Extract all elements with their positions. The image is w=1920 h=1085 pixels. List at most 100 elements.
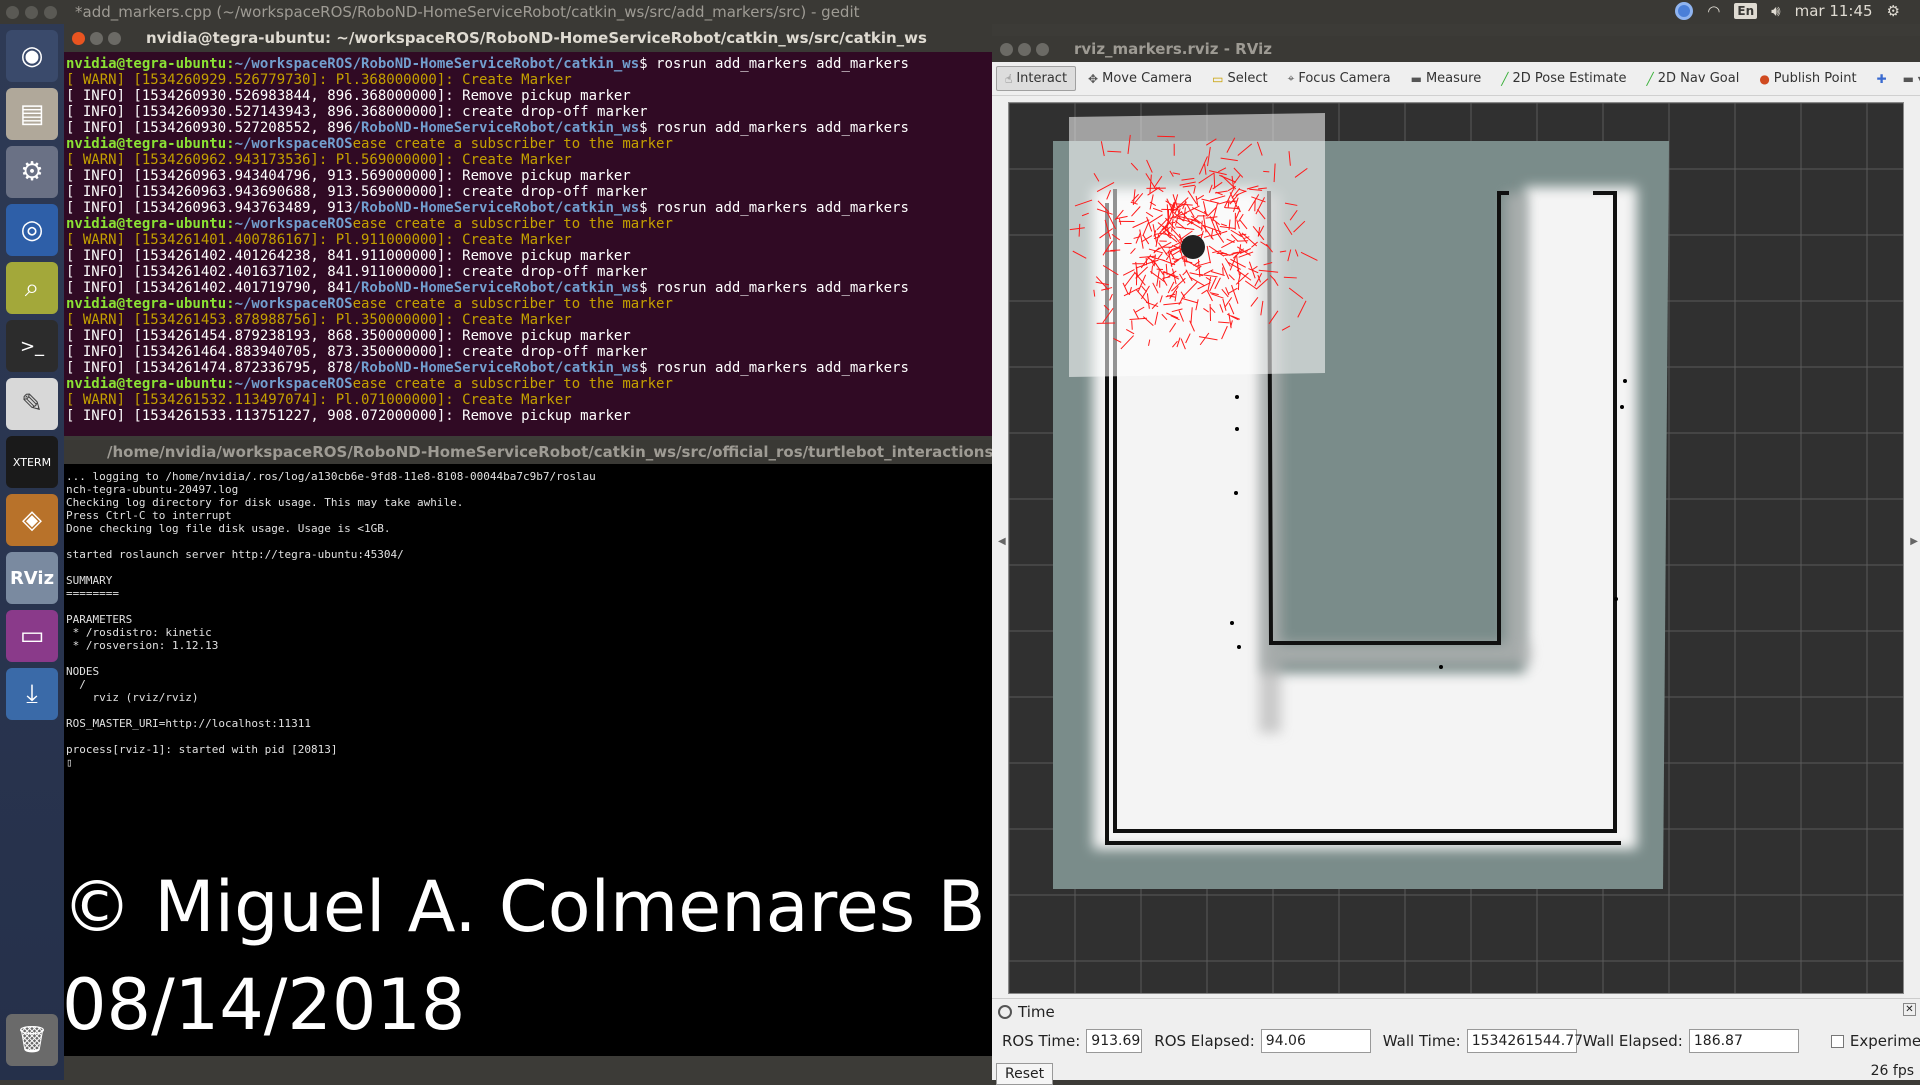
select-icon: ▭ (1212, 72, 1223, 86)
terminal-text: ease create a subscriber to the marker (353, 376, 673, 392)
tool-focus-camera[interactable]: ⌖Focus Camera (1280, 67, 1399, 90)
terminal-1-titlebar[interactable]: nvidia@tegra-ubuntu: ~/workspaceROS/Robo… (64, 24, 992, 52)
tool-measure[interactable]: ▬ Measure (1403, 67, 1490, 90)
terminal-line (66, 535, 990, 548)
terminal-text: [ INFO] [1534261533.113751227, 908.07200… (66, 408, 631, 424)
tool-label: 2D Nav Goal (1658, 71, 1740, 86)
ros-elapsed-label: ROS Elapsed: (1154, 1032, 1255, 1050)
time-panel-header: Time (998, 1003, 1055, 1021)
terminal-text: nvidia@tegra-ubuntu: (66, 56, 235, 72)
tool-label: Publish Point (1774, 71, 1857, 86)
chromium-icon[interactable]: ◎ (6, 204, 58, 256)
wifi-icon[interactable]: ◠ (1707, 2, 1720, 20)
minimize-icon[interactable] (1018, 43, 1031, 56)
left-panel-collapse-icon[interactable]: ◀ (998, 536, 1006, 547)
trash-icon[interactable]: 🗑︎ (6, 1014, 58, 1066)
add-tool-button[interactable]: ✚ (1869, 68, 1895, 90)
terminal-text: [ INFO] [1534260930.527208552, 896 (66, 120, 353, 136)
volume-icon[interactable]: 🔊︎ (1771, 2, 1780, 20)
terminal-text: $ rosrun add_markers add_markers (639, 200, 909, 216)
ros-time-field[interactable]: 913.69 (1086, 1029, 1142, 1053)
window-title: *add_markers.cpp (~/workspaceROS/RoboND-… (75, 3, 860, 21)
terminal-text: /RoboND-HomeServiceRobot/catkin_ws (353, 280, 640, 296)
image-viewer-icon[interactable]: ⌕ (6, 262, 58, 314)
terminal-line: SUMMARY (66, 574, 990, 587)
experimental-checkbox[interactable] (1831, 1035, 1844, 1048)
fps-counter: 26 fps (1871, 1063, 1914, 1079)
terminal-text: [ INFO] [1534260963.943404796, 913.56900… (66, 168, 631, 184)
toolbar-menu-button[interactable]: ▬ ▾ (1895, 68, 1920, 90)
ros-time-label: ROS Time: (1002, 1032, 1080, 1050)
terminal-text: $ rosrun add_markers add_markers (639, 56, 909, 72)
window-controls[interactable] (6, 5, 63, 23)
close-icon[interactable] (1000, 43, 1013, 56)
terminal-icon[interactable]: >_ (6, 320, 58, 372)
terminal-text: ease create a subscriber to the marker (353, 216, 673, 232)
wall-time-field[interactable]: 1534261544.77 (1467, 1029, 1577, 1053)
rviz-icon[interactable]: RViz (6, 552, 58, 604)
keyboard-layout[interactable]: En (1734, 3, 1757, 19)
terminal-line: [ INFO] [1534260930.526983844, 896.36800… (66, 88, 990, 104)
tool-2d-pose-estimate[interactable]: ╱2D Pose Estimate (1493, 67, 1634, 90)
terminal-line: [ WARN] [1534261532.113497074]: Pl.07100… (66, 392, 990, 408)
terminal-line: ▯ (66, 756, 990, 769)
terminal-1-output[interactable]: nvidia@tegra-ubuntu: ~/workspaceROS/RoboN… (64, 52, 992, 428)
ros-elapsed-field[interactable]: 94.06 (1261, 1029, 1371, 1053)
terminal-2-title: /home/nvidia/workspaceROS/RoboND-HomeSer… (107, 443, 992, 461)
tool-select[interactable]: ▭Select (1204, 67, 1275, 90)
chrome-indicator-icon[interactable] (1675, 2, 1693, 20)
files-icon[interactable]: ▤ (6, 88, 58, 140)
terminal-line (66, 600, 990, 613)
terminal-text: ~/workspaceROS (235, 296, 353, 312)
terminal-text: [ INFO] [1534261464.883940705, 873.35000… (66, 344, 648, 360)
terminal-text: nvidia@tegra-ubuntu: (66, 376, 235, 392)
terminal-text: /RoboND-HomeServiceRobot/catkin_ws (353, 360, 640, 376)
ubuntu-dash-icon[interactable]: ◉ (6, 30, 58, 82)
tool-publish-point[interactable]: ●Publish Point (1751, 67, 1864, 90)
terminal-text: [ INFO] [1534261402.401264238, 841.91100… (66, 248, 631, 264)
terminal-line: ... logging to /home/nvidia/.ros/log/a13… (66, 470, 990, 483)
wall-elapsed-field[interactable]: 186.87 (1689, 1029, 1799, 1053)
virtualbox-icon[interactable]: ◈ (6, 494, 58, 546)
watermark-line-1: © Miguel A. Colmenares B. (62, 866, 1008, 948)
text-editor-icon[interactable]: ✎ (6, 378, 58, 430)
rviz-toolbar: ☝Interact ✥Move Camera ▭Select ⌖Focus Ca… (992, 62, 1920, 96)
tool-move-camera[interactable]: ✥Move Camera (1080, 67, 1200, 90)
close-icon[interactable]: ✕ (1903, 1003, 1916, 1016)
clock[interactable]: mar 11:45 (1795, 2, 1873, 20)
rviz-3d-view[interactable] (1008, 102, 1904, 994)
terminal-text: $ rosrun add_markers add_markers (639, 120, 909, 136)
reset-button[interactable]: Reset (996, 1063, 1053, 1085)
terminal-line: NODES (66, 665, 990, 678)
settings-icon[interactable]: ⚙ (6, 146, 58, 198)
tool-interact[interactable]: ☝Interact (996, 66, 1076, 91)
xterm-icon[interactable]: XTERM (6, 436, 58, 488)
terminal-line (66, 730, 990, 743)
tool-label: Focus Camera (1298, 71, 1390, 86)
terminal-line: [ INFO] [1534261402.401719790, 841/RoboN… (66, 280, 990, 296)
gear-icon[interactable]: ⚙ (1887, 2, 1900, 20)
watermark-line-2: 08/14/2018 (62, 964, 465, 1046)
terminal-text: [ WARN] [1534261532.113497074]: Pl.07100… (66, 392, 572, 408)
close-icon[interactable] (72, 32, 85, 45)
minimize-icon[interactable] (90, 32, 103, 45)
rviz-titlebar[interactable]: rviz_markers.rviz - RViz (992, 36, 1920, 62)
terminal-2-output[interactable]: ... logging to /home/nvidia/.ros/log/a13… (64, 464, 992, 775)
right-panel-collapse-icon[interactable]: ▶ (1910, 536, 1918, 547)
pose-arrow-icon: ╱ (1501, 72, 1508, 86)
tool-2d-nav-goal[interactable]: ╱2D Nav Goal (1639, 67, 1748, 90)
terminal-text: [ INFO] [1534261454.879238193, 868.35000… (66, 328, 631, 344)
particle-arrow (1110, 250, 1120, 251)
terminal-line: [ WARN] [1534261401.400786167]: Pl.91100… (66, 232, 990, 248)
wall-time-label: Wall Time: (1383, 1032, 1461, 1050)
terminal-2-titlebar[interactable]: /home/nvidia/workspaceROS/RoboND-HomeSer… (64, 440, 992, 464)
map-canvas (1009, 103, 1904, 994)
watermark: © Miguel A. Colmenares B. 08/14/2018 (62, 858, 1008, 1054)
app-icon[interactable]: ▭ (6, 610, 58, 662)
terminal-line: [ INFO] [1534260930.527143943, 896.36800… (66, 104, 990, 120)
maximize-icon[interactable] (1036, 43, 1049, 56)
measure-icon: ▬ (1411, 72, 1422, 86)
maximize-icon[interactable] (108, 32, 121, 45)
tool-label: Measure (1426, 71, 1481, 86)
install-icon[interactable]: ⤓ (6, 668, 58, 720)
